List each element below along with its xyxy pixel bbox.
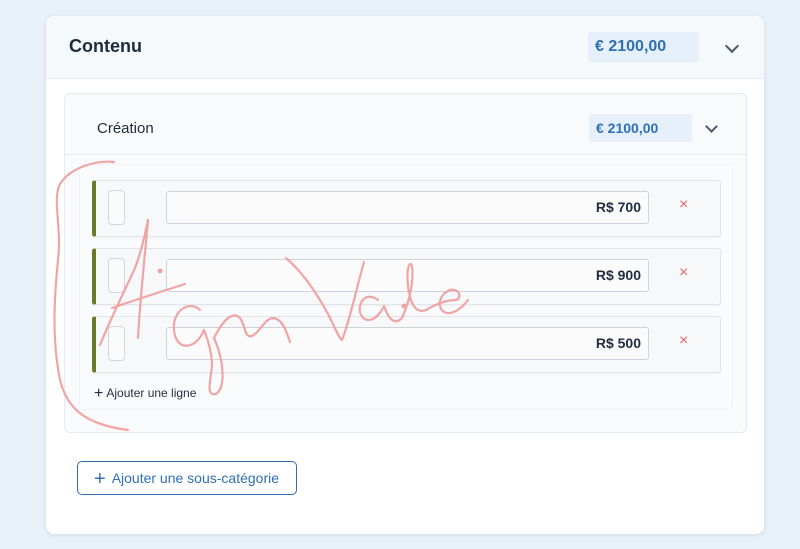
line-item: R$ 700 ×: [92, 180, 721, 237]
subcategory-total-badge: € 2100,00: [589, 114, 692, 142]
line-list: R$ 700 × R$ 900 × R$ 500 × + Ajouter une …: [79, 164, 733, 410]
remove-icon[interactable]: ×: [679, 264, 688, 282]
add-subcategory-label: Ajouter une sous-catégorie: [111, 470, 280, 486]
chevron-down-icon[interactable]: [724, 38, 740, 54]
amount-input[interactable]: R$ 500: [166, 327, 649, 360]
chevron-down-icon[interactable]: [705, 120, 718, 133]
card-total-badge: € 2100,00: [588, 32, 699, 62]
subcategory-panel: Création € 2100,00 R$ 700 × R$ 900 × R$ …: [64, 93, 747, 433]
subcategory-header: Création € 2100,00: [65, 94, 746, 155]
remove-icon[interactable]: ×: [679, 196, 688, 214]
amount-input[interactable]: R$ 900: [166, 259, 649, 292]
plus-icon: +: [94, 385, 104, 402]
add-subcategory-button[interactable]: + Ajouter une sous-catégorie: [77, 461, 297, 495]
card-title: Contenu: [69, 36, 142, 56]
plus-icon: +: [94, 468, 106, 490]
line-item: R$ 900 ×: [92, 248, 721, 305]
drag-handle-icon[interactable]: [108, 190, 125, 225]
add-line-button[interactable]: + Ajouter une ligne: [94, 385, 196, 403]
card-header: Contenu € 2100,00: [46, 16, 764, 79]
add-line-label: Ajouter une ligne: [106, 386, 197, 400]
drag-handle-icon[interactable]: [108, 326, 125, 361]
subcategory-title: Création: [97, 120, 154, 137]
remove-icon[interactable]: ×: [679, 332, 688, 350]
amount-input[interactable]: R$ 700: [166, 191, 649, 224]
content-card: Contenu € 2100,00 Création € 2100,00 R$ …: [46, 16, 764, 534]
drag-handle-icon[interactable]: [108, 258, 125, 293]
line-item: R$ 500 ×: [92, 316, 721, 373]
